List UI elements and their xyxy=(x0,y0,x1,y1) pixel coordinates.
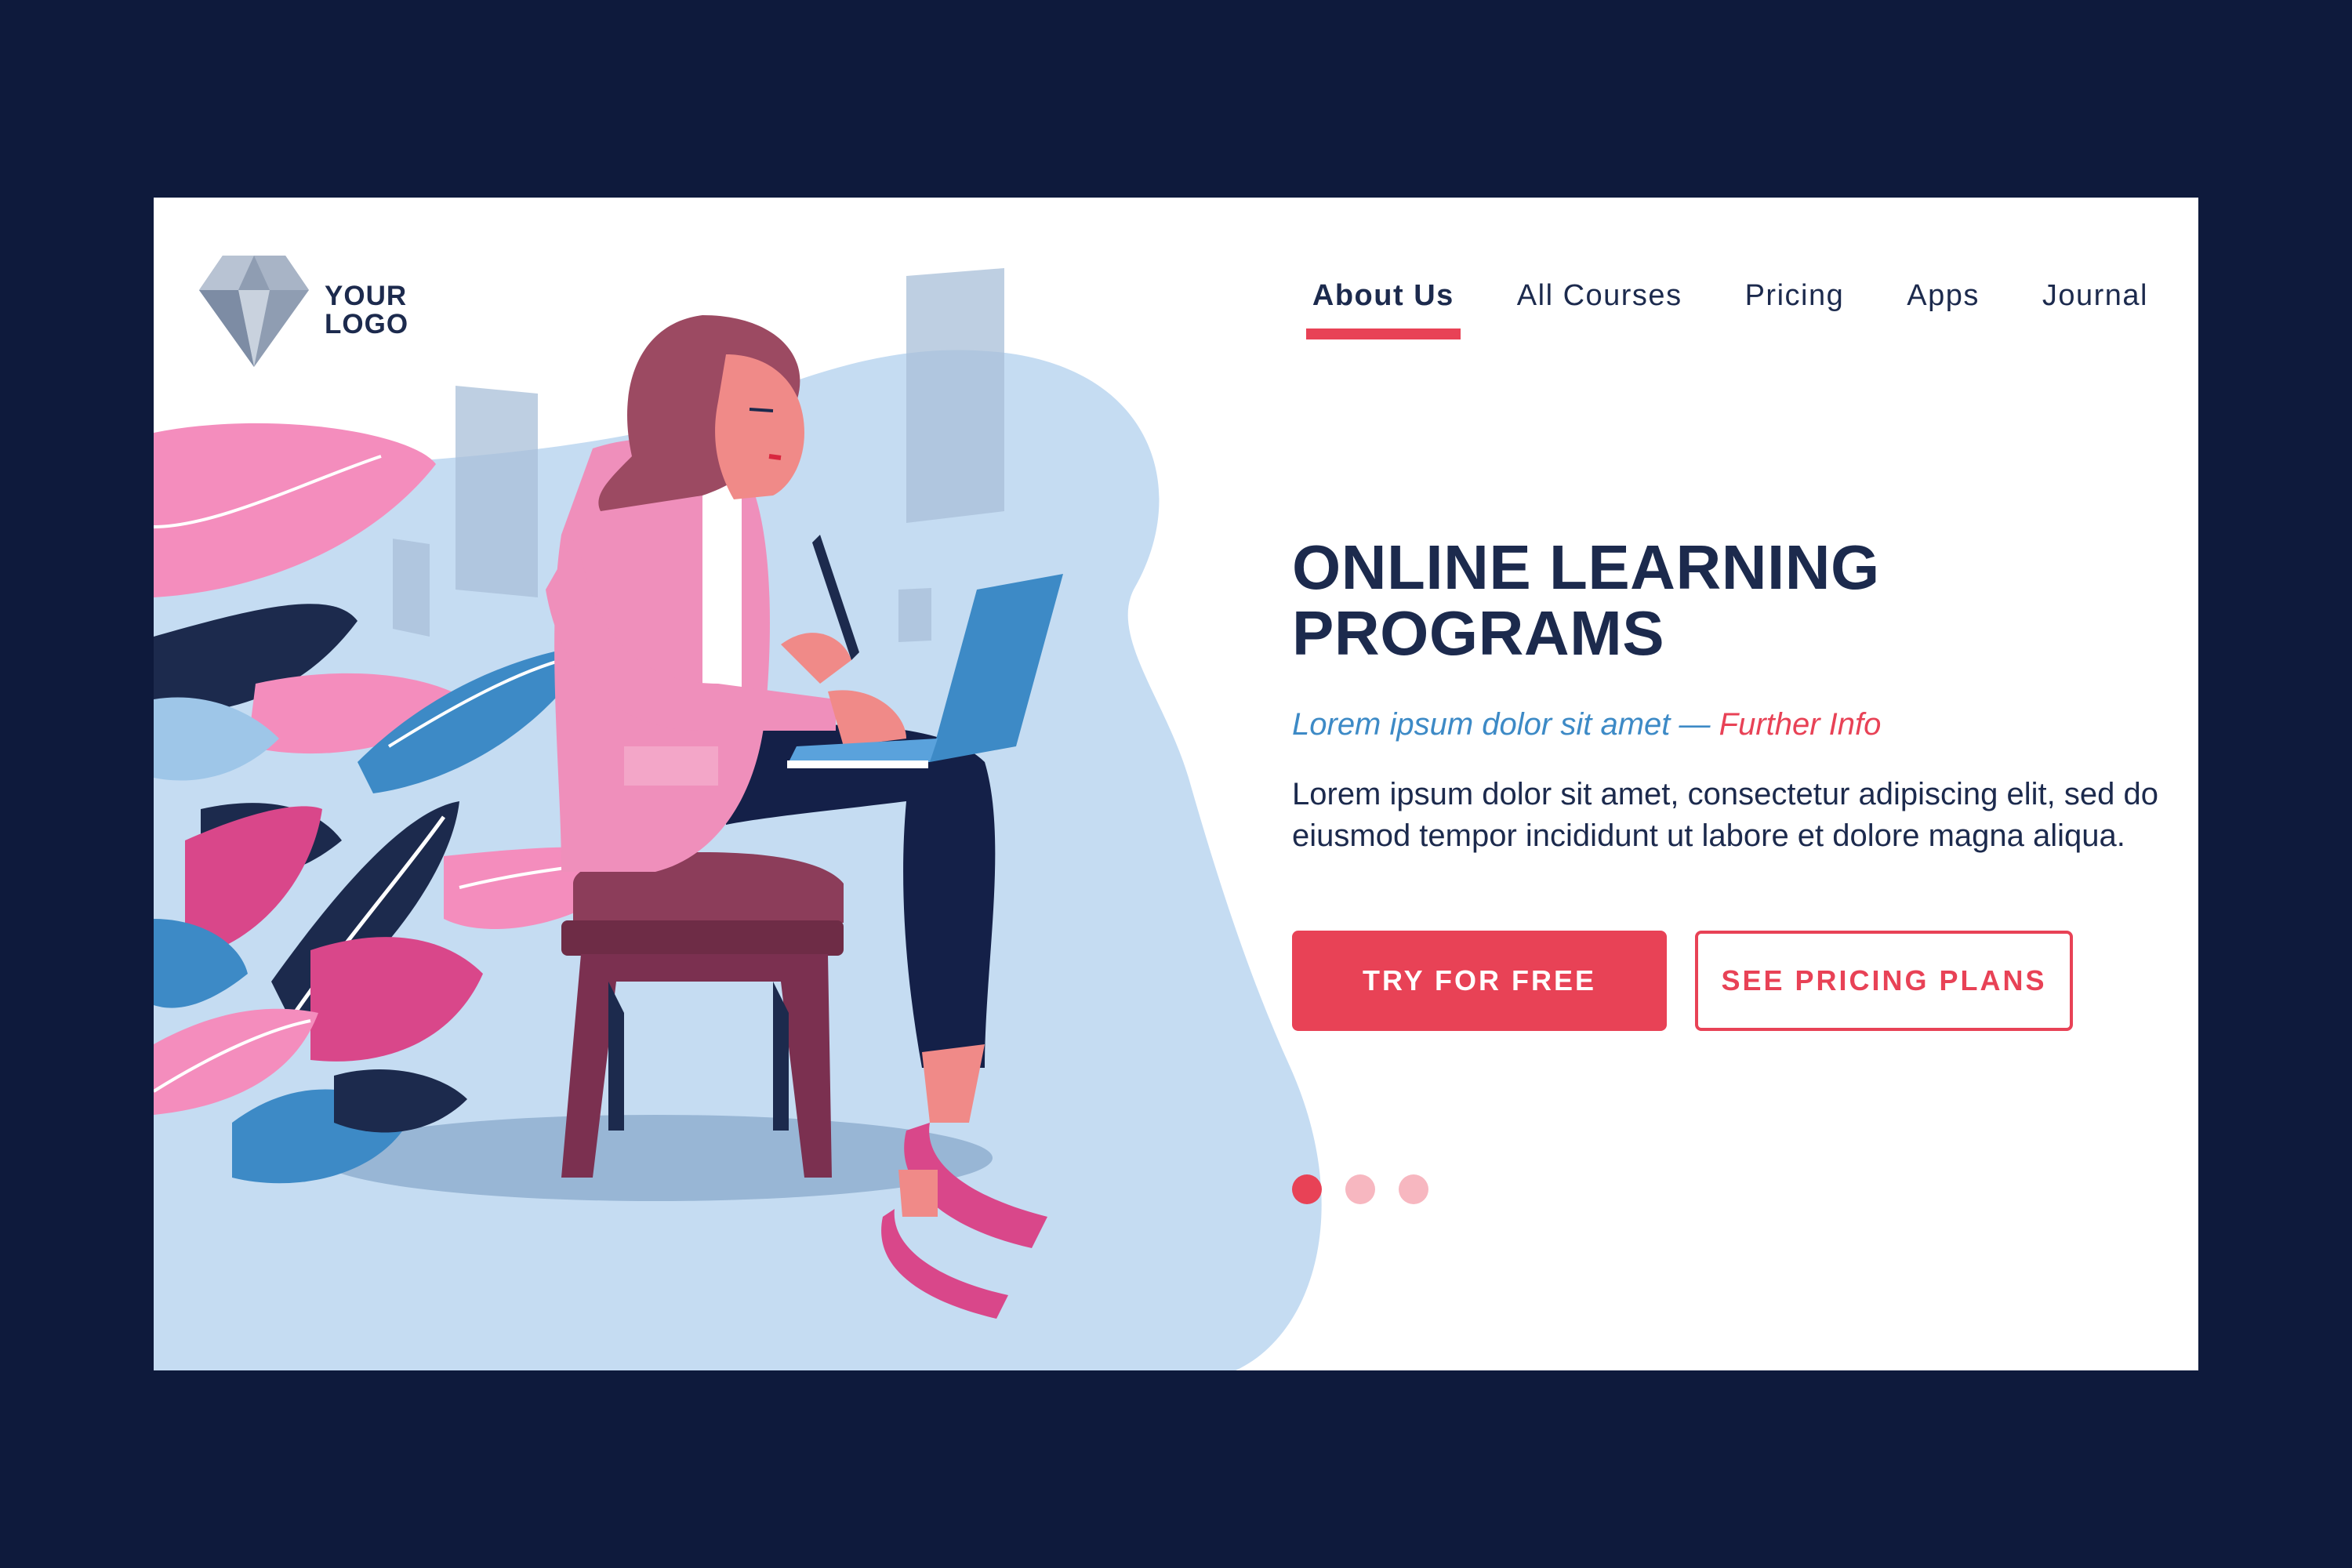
logo-line-2: LOGO xyxy=(325,309,409,339)
nav-item-about-us[interactable]: About Us xyxy=(1305,279,1461,339)
see-pricing-plans-button[interactable]: SEE PRICING PLANS xyxy=(1695,931,2073,1031)
hero-title-line-2: PROGRAMS xyxy=(1292,598,1665,668)
hero-title: ONLINE LEARNING PROGRAMS xyxy=(1292,535,2076,666)
hero-subtitle-text: Lorem ipsum dolor sit amet — xyxy=(1292,707,1711,742)
logo[interactable]: YOUR LOGO xyxy=(199,252,426,368)
diamond-logo-icon xyxy=(199,256,309,367)
carousel-dots xyxy=(1292,1174,1428,1204)
hero-description: Lorem ipsum dolor sit amet, consectetur … xyxy=(1292,777,2158,853)
further-info-link[interactable]: Further Info xyxy=(1719,707,1882,742)
hero-illustration xyxy=(154,268,1322,1370)
nav-item-all-courses[interactable]: All Courses xyxy=(1517,279,1682,339)
landing-page: YOUR LOGO About Us All Courses Pricing A… xyxy=(154,198,2198,1370)
main-nav: About Us All Courses Pricing Apps Journa… xyxy=(1305,279,2148,339)
try-for-free-button[interactable]: TRY FOR FREE xyxy=(1292,931,1667,1031)
nav-item-journal[interactable]: Journal xyxy=(2042,279,2148,339)
carousel-dot-1[interactable] xyxy=(1292,1174,1322,1204)
carousel-dot-2[interactable] xyxy=(1345,1174,1375,1204)
logo-text: YOUR LOGO xyxy=(325,282,426,339)
hero-subtitle: Lorem ipsum dolor sit amet — Further Inf… xyxy=(1292,707,1881,742)
logo-line-1: YOUR xyxy=(325,281,408,311)
carousel-dot-3[interactable] xyxy=(1399,1174,1428,1204)
nav-item-pricing[interactable]: Pricing xyxy=(1745,279,1845,339)
nav-item-apps[interactable]: Apps xyxy=(1907,279,1980,339)
hero-title-line-1: ONLINE LEARNING xyxy=(1292,532,1880,602)
